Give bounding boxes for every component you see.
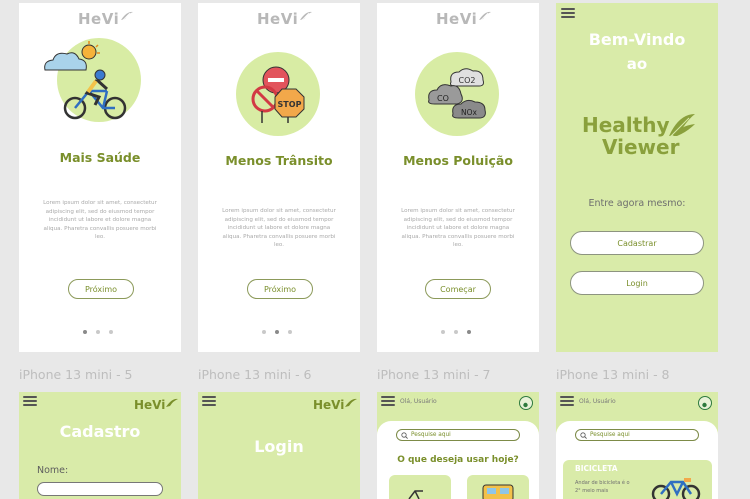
menu-icon[interactable] — [381, 396, 395, 406]
login-screen: HeVi Login — [198, 392, 360, 499]
bike-detail-screen: Olá, Usuário Pesquise aqui BICICLETA And… — [556, 392, 718, 499]
bicycle-icon — [651, 478, 701, 499]
next-button[interactable]: Próximo — [68, 279, 134, 299]
onboarding-title: Mais Saúde — [59, 150, 141, 165]
pagination-dots — [83, 330, 113, 334]
search-input[interactable]: Pesquise aqui — [396, 429, 520, 441]
page-dot-active[interactable] — [467, 330, 471, 334]
onboarding-title: Menos Poluição — [403, 153, 513, 168]
search-input[interactable]: Pesquise aqui — [575, 429, 699, 441]
welcome-screen: Bem-Vindo ao Healthy Viewer Entre agora … — [556, 3, 718, 352]
svg-text:NOx: NOx — [461, 108, 478, 117]
leaf-icon — [345, 398, 358, 407]
greeting: Olá, Usuário — [579, 398, 616, 405]
search-icon — [580, 431, 587, 439]
menu-icon[interactable] — [23, 396, 37, 406]
leaf-icon — [300, 11, 313, 21]
onboarding-screen-pollution: HeVi CO2 CO NOx Menos Poluição Lorem ips… — [377, 3, 539, 352]
stop-sign-icon: STOP — [251, 66, 305, 123]
name-label: Nome: — [37, 465, 69, 476]
card-text: Andar de bicicleta é o 2° meio mais — [575, 480, 630, 494]
pagination-dots — [262, 330, 292, 334]
home-screen: Olá, Usuário Pesquise aqui O que deseja … — [377, 392, 539, 499]
onboarding-description: Lorem ipsum dolor sit amet, consectetur … — [43, 200, 157, 241]
leaf-icon — [669, 114, 695, 137]
signup-title: Cadastro — [59, 422, 141, 441]
user-avatar-icon[interactable] — [519, 396, 533, 410]
frame-label: iPhone 13 mini - 8 — [556, 367, 670, 382]
brand-logo: HeVi — [257, 10, 313, 28]
welcome-prompt: Entre agora mesmo: — [588, 198, 686, 209]
pagination-dots — [441, 330, 471, 334]
signup-screen: HeVi Cadastro Nome: — [19, 392, 181, 499]
user-avatar-icon[interactable] — [698, 396, 712, 410]
onboarding-screen-traffic: HeVi STOP Menos Trânsito Lorem ipsum dol… — [198, 3, 360, 352]
svg-text:CO: CO — [437, 94, 449, 103]
page-dot-active[interactable] — [83, 330, 87, 334]
page-dot[interactable] — [288, 330, 292, 334]
page-dot[interactable] — [96, 330, 100, 334]
frame-label: iPhone 13 mini - 5 — [19, 367, 133, 382]
brand-logo: HeVi — [134, 398, 179, 412]
login-title: Login — [254, 437, 304, 456]
search-icon — [401, 431, 408, 439]
brand-logo: HeVi — [313, 398, 358, 412]
onboarding-description: Lorem ipsum dolor sit amet, consectetur … — [401, 208, 515, 249]
card-title: BICICLETA — [575, 464, 618, 473]
page-dot[interactable] — [109, 330, 113, 334]
page-dot[interactable] — [441, 330, 445, 334]
signup-button[interactable]: Cadastrar — [570, 231, 704, 255]
onboarding-description: Lorem ipsum dolor sit amet, consectetur … — [222, 208, 336, 249]
name-field[interactable] — [37, 482, 163, 496]
brand-logo-large: Healthy Viewer — [582, 114, 702, 158]
onboarding-title: Menos Trânsito — [225, 153, 333, 168]
co2-clouds-icon: CO2 CO NOx — [428, 68, 486, 119]
page-dot-active[interactable] — [275, 330, 279, 334]
page-dot[interactable] — [262, 330, 266, 334]
frame-label: iPhone 13 mini - 6 — [198, 367, 312, 382]
welcome-heading-ao: ao — [626, 55, 648, 73]
cyclist-icon — [44, 41, 127, 120]
start-button[interactable]: Começar — [425, 279, 491, 299]
transport-card-bike[interactable] — [389, 475, 451, 499]
next-button[interactable]: Próximo — [247, 279, 313, 299]
menu-icon[interactable] — [560, 396, 574, 406]
home-question: O que deseja usar hoje? — [397, 455, 519, 465]
page-dot[interactable] — [454, 330, 458, 334]
bus-icon — [482, 484, 514, 499]
svg-text:STOP: STOP — [278, 100, 302, 109]
login-button[interactable]: Login — [570, 271, 704, 295]
transport-card-bus[interactable] — [467, 475, 529, 499]
frame-label: iPhone 13 mini - 7 — [377, 367, 491, 382]
welcome-heading: Bem-Vindo — [588, 30, 686, 49]
bicycle-icon — [408, 490, 423, 499]
brand-logo: HeVi — [78, 10, 134, 28]
leaf-icon — [166, 398, 179, 407]
brand-line-viewer: Viewer — [602, 135, 680, 159]
onboarding-screen-health: HeVi Mais Saúde Lorem ipsum dolor sit am… — [19, 3, 181, 352]
brand-logo: HeVi — [436, 10, 492, 28]
menu-icon[interactable] — [202, 396, 216, 406]
bike-info-card[interactable]: BICICLETA Andar de bicicleta é o 2° meio… — [563, 460, 712, 499]
greeting: Olá, Usuário — [400, 398, 437, 405]
leaf-icon — [121, 11, 134, 21]
leaf-icon — [479, 11, 492, 21]
menu-icon[interactable] — [561, 8, 575, 18]
svg-text:CO2: CO2 — [459, 76, 476, 85]
